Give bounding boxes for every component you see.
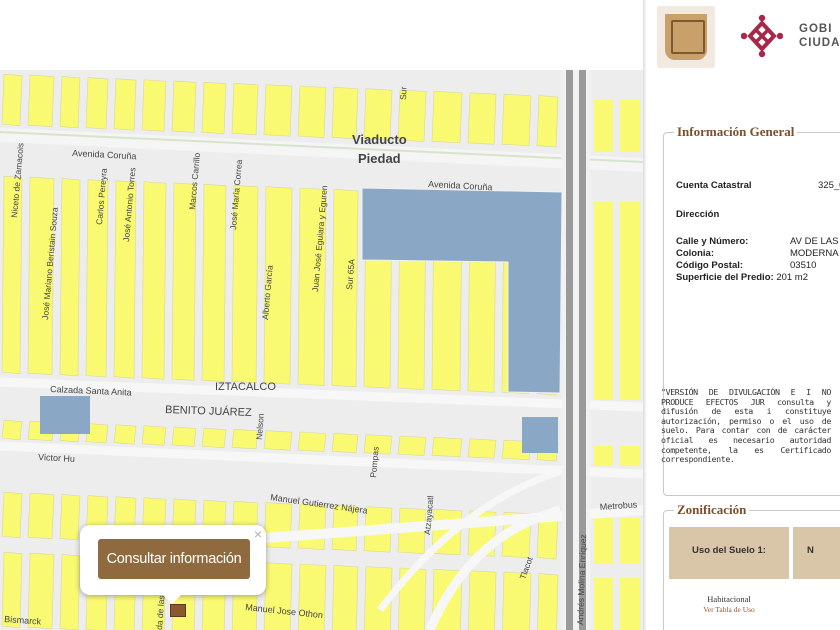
- disclaimer-text: "VERSIÓN DE DIVULGACIÓN E I NO PRODUCE E…: [661, 387, 831, 465]
- calle-numero-label: Calle y Número:: [676, 236, 749, 247]
- uso-suelo-header-label: Uso del Suelo 1:: [692, 545, 766, 556]
- city-block: [1, 491, 23, 538]
- colonia-label: Colonia:: [676, 248, 714, 259]
- gov-line-2: CIUDA: [799, 37, 840, 49]
- city-block: [537, 573, 559, 630]
- city-block: [594, 518, 613, 564]
- city-block: [171, 426, 197, 447]
- city-block: [468, 570, 497, 630]
- city-block: [594, 446, 613, 466]
- info-panel: GOBI CIUDA Información General Cuenta Ca…: [643, 0, 840, 630]
- superficie-label: Superficie del Predio:: [676, 272, 774, 283]
- city-block: [85, 77, 109, 130]
- city-block: [467, 438, 497, 459]
- colonia-value: MODERNA: [790, 248, 839, 259]
- city-block: [331, 433, 359, 454]
- city-block: [1, 419, 23, 440]
- city-block: [620, 446, 640, 466]
- direccion-label: Dirección: [676, 209, 720, 220]
- city-block: [620, 100, 640, 152]
- second-column-header-label: N: [807, 545, 814, 556]
- city-block: [59, 554, 81, 630]
- city-block: [141, 79, 167, 132]
- cdmx-logo-icon: [741, 14, 783, 58]
- city-block: [594, 578, 613, 630]
- government-seal-icon: [657, 6, 715, 68]
- info-popup: × Consultar información: [80, 525, 266, 604]
- ver-tabla-uso-link[interactable]: Ver Tabla de Uso: [669, 605, 789, 614]
- city-block: [59, 76, 81, 129]
- label-victor-hugo: Victor Hu: [38, 452, 75, 464]
- city-block: [467, 92, 497, 145]
- city-block: [263, 430, 293, 451]
- city-block: [297, 503, 327, 550]
- government-name: GOBI CIUDA: [799, 22, 840, 50]
- city-block: [201, 81, 227, 134]
- city-block: [297, 85, 327, 138]
- city-block: [297, 563, 327, 630]
- cuenta-catastral-label: Cuenta Catastral: [676, 180, 752, 191]
- panel-divider: [643, 0, 647, 630]
- city-block: [113, 424, 137, 445]
- city-block: [397, 435, 427, 456]
- calle-numero-value: AV DE LAS: [790, 236, 839, 247]
- city-block: [331, 565, 359, 630]
- second-column-header: N: [793, 527, 840, 579]
- informacion-general-legend: Información General: [674, 124, 798, 140]
- city-block: [27, 74, 55, 128]
- uso-suelo-header: Uso del Suelo 1:: [669, 527, 789, 579]
- label-iztacalco: IZTACALCO: [215, 381, 276, 393]
- label-nelson: Nelson: [254, 413, 266, 440]
- uso-suelo-value: Habitacional: [707, 594, 751, 604]
- popup-tail: [163, 595, 181, 604]
- city-block: [27, 492, 55, 540]
- city-block: [431, 91, 463, 144]
- city-block: [263, 562, 293, 630]
- blue-zone-small-left: [40, 396, 90, 434]
- superficie-value: 201 m2: [776, 272, 808, 283]
- city-block: [113, 78, 137, 131]
- city-block: [620, 518, 640, 564]
- city-block: [171, 182, 197, 381]
- cuenta-catastral-value: 325_0: [818, 180, 840, 191]
- codigo-postal-value: 03510: [790, 260, 817, 271]
- city-block: [263, 84, 293, 137]
- city-block: [431, 437, 463, 458]
- label-viaducto: Viaducto: [352, 132, 407, 147]
- city-block: [1, 73, 23, 126]
- city-block: [297, 431, 327, 452]
- city-block: [201, 183, 227, 382]
- city-block: [501, 93, 532, 146]
- city-block: [201, 427, 227, 448]
- zonificacion-legend: Zonificación: [674, 502, 750, 518]
- city-block: [536, 95, 559, 148]
- expressway-lane-left: [566, 70, 573, 630]
- city-block: [620, 202, 640, 400]
- city-block: [59, 494, 81, 541]
- consultar-informacion-button[interactable]: Consultar información: [98, 539, 250, 579]
- gov-line-1: GOBI: [799, 23, 833, 35]
- city-block: [59, 178, 81, 377]
- city-block: [594, 100, 613, 152]
- city-block: [141, 181, 167, 380]
- panel-header: GOBI CIUDA: [657, 6, 840, 68]
- label-sur: Sur: [398, 86, 408, 100]
- city-block: [141, 425, 167, 446]
- city-block: [231, 83, 259, 136]
- city-block: [171, 80, 197, 133]
- popup-close-icon[interactable]: ×: [254, 526, 262, 542]
- selected-parcel-marker[interactable]: [170, 604, 186, 617]
- label-piedad: Piedad: [358, 151, 401, 166]
- map-view[interactable]: Viaducto Piedad Avenida Coruña Avenida C…: [0, 70, 643, 630]
- city-block: [620, 578, 640, 630]
- city-block: [594, 202, 613, 400]
- codigo-postal-label: Código Postal:: [676, 260, 744, 271]
- blue-zone-small-right: [522, 417, 558, 453]
